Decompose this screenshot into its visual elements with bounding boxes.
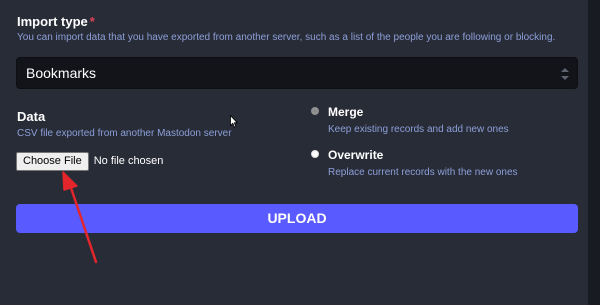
chevron-up-down-icon <box>561 68 569 80</box>
mouse-cursor-icon <box>230 115 238 128</box>
file-status-text: No file chosen <box>93 155 164 167</box>
import-form-panel: Import type * You can import data that yo… <box>0 0 588 305</box>
merge-radio[interactable] <box>311 107 319 115</box>
import-type-label: Import type * <box>17 13 95 31</box>
overwrite-hint: Replace current records with the new one… <box>328 167 518 178</box>
page-background-edge <box>588 0 600 305</box>
import-type-selected-value: Bookmarks <box>26 65 97 81</box>
overwrite-label: Overwrite <box>328 148 384 162</box>
data-hint: CSV file exported from another Mastodon … <box>17 128 232 139</box>
file-input: Choose File No file chosen <box>16 151 163 171</box>
overwrite-radio[interactable] <box>311 150 319 158</box>
upload-button[interactable]: UPLOAD <box>16 204 578 233</box>
data-label: Data <box>17 109 46 124</box>
merge-label: Merge <box>328 105 364 119</box>
import-type-select[interactable]: Bookmarks <box>16 57 578 89</box>
import-type-label-text: Import type <box>17 14 88 29</box>
merge-hint: Keep existing records and add new ones <box>328 124 509 135</box>
choose-file-button[interactable]: Choose File <box>16 151 89 171</box>
import-type-hint: You can import data that you have export… <box>17 32 556 43</box>
required-marker: * <box>89 14 95 29</box>
